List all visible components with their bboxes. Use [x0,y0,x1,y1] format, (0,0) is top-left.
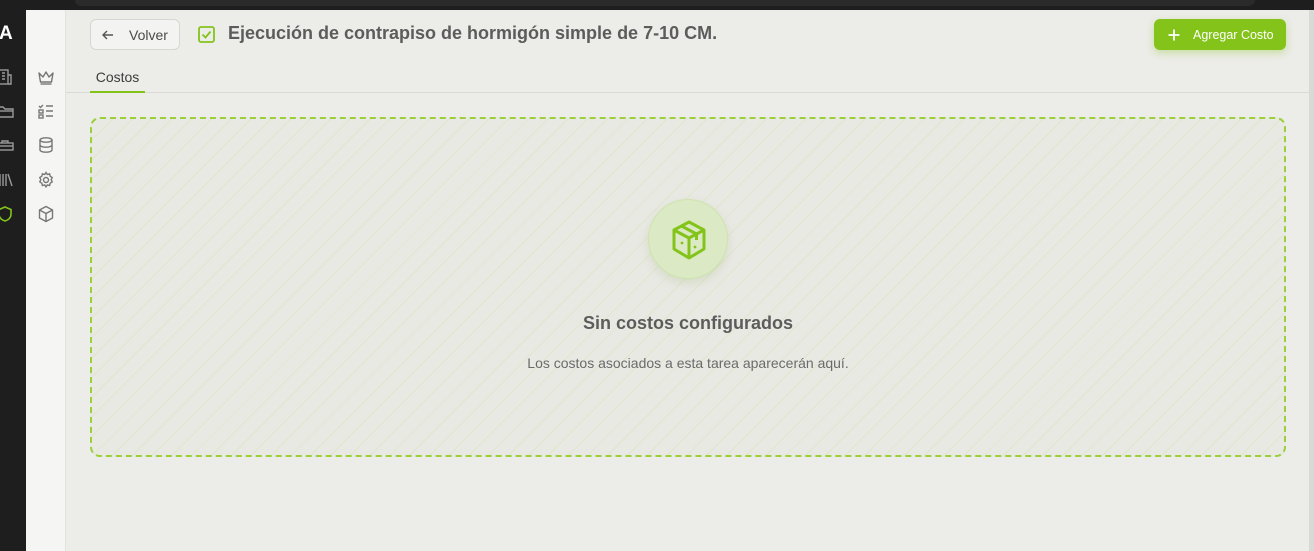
task-checked-icon [198,26,215,43]
tab-costos[interactable]: Costos [90,66,145,93]
package-icon[interactable] [36,204,56,224]
app-window: A Volver Ejecución de contrapiso de horm… [0,0,1314,551]
add-cost-button-label: Agregar Costo [1193,27,1274,42]
app-logo[interactable]: A [0,24,13,44]
arrow-left-icon [102,30,113,39]
gear-icon[interactable] [36,170,56,190]
add-cost-button[interactable]: Agregar Costo [1154,19,1286,50]
empty-state-icon-circle [648,199,728,279]
folder-icon[interactable] [0,101,15,121]
back-button[interactable]: Volver [90,19,180,50]
database-icon[interactable] [36,135,56,155]
top-groove [75,0,1255,6]
plus-icon [1168,29,1180,40]
package-icon [672,220,706,260]
app-rail: A [0,10,26,551]
scrollbar-track[interactable] [1309,10,1314,551]
empty-state-title: Sin costos configurados [582,313,794,333]
crown-icon[interactable] [36,67,56,87]
empty-state-panel: Sin costos configurados Los costos asoci… [90,117,1286,457]
building-icon[interactable] [0,67,15,87]
empty-state-description: Los costos asociados a esta tarea aparec… [527,355,849,371]
tab-bar: Costos [66,66,1309,93]
page-title: Ejecución de contrapiso de hormigón simp… [228,23,718,43]
library-icon[interactable] [0,170,15,190]
secondary-sidebar [26,10,66,551]
main-panel: Volver Ejecución de contrapiso de hormig… [66,10,1309,551]
top-strip [0,0,1314,10]
back-button-label: Volver [129,26,168,43]
shield-icon[interactable] [0,204,15,224]
checklist-icon[interactable] [36,101,56,121]
briefcase-icon[interactable] [0,135,15,155]
